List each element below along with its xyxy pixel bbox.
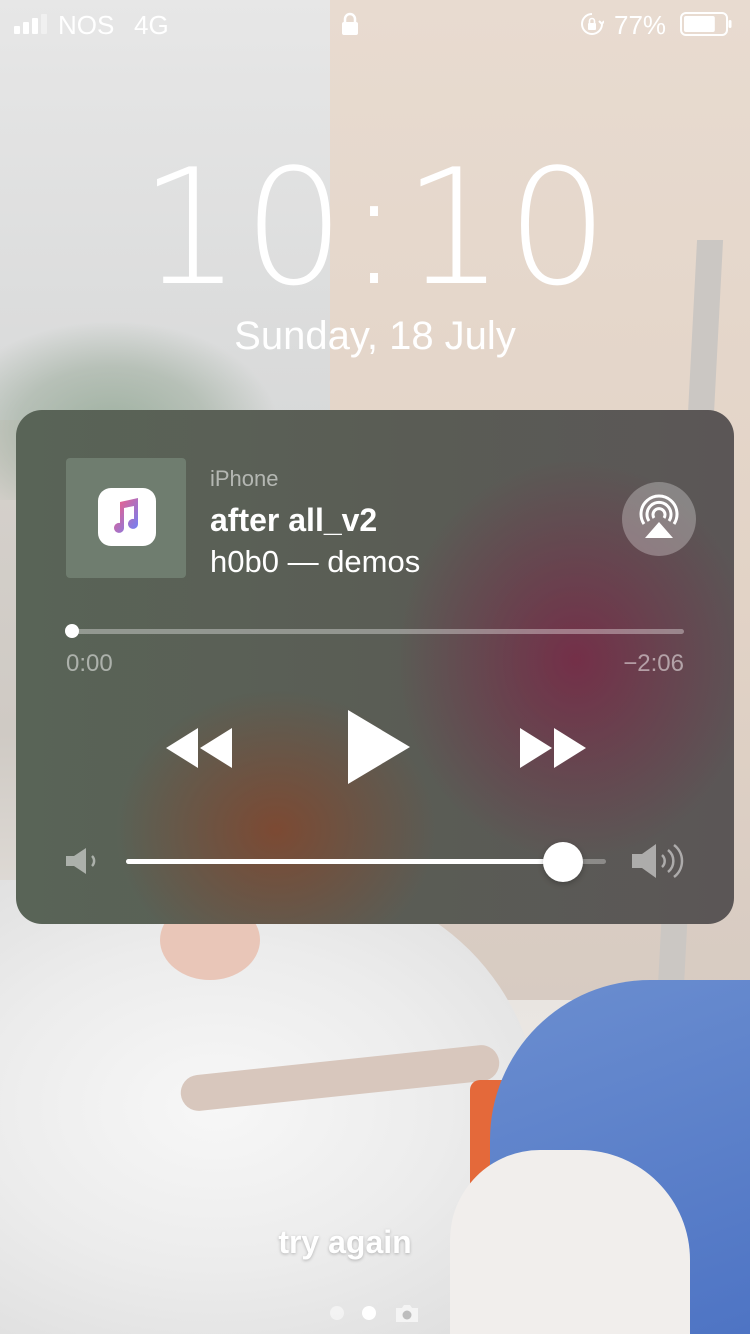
volume-slider[interactable] [126,842,606,882]
status-bar: NOS 4G 77% [0,0,750,48]
page-dot [330,1306,344,1320]
carrier-name: NOS [58,10,115,40]
elapsed-time: 0:00 [66,650,113,677]
album-art[interactable] [66,458,186,578]
volume-slider-fill [126,859,563,864]
now-playing-widget: iPhone after all_v2 h0b0 — demos 0:00 −2… [16,410,734,924]
play-icon[interactable] [344,708,414,786]
lock-screen-time: 10:10 [139,134,611,321]
music-app-icon [98,488,156,546]
page-dot [362,1306,376,1320]
lock-icon [342,12,358,35]
airplay-icon [639,494,679,538]
volume-slider-knob[interactable] [542,842,583,882]
network-type: 4G [134,10,169,40]
track-artist-album: h0b0 — demos [210,544,421,579]
fast-forward-icon[interactable] [518,726,588,770]
battery-percent: 77% [614,10,667,40]
airplay-button[interactable] [622,482,696,556]
rewind-icon[interactable] [164,726,234,770]
remaining-time: −2:06 [623,650,684,677]
volume-low-icon [66,848,96,874]
playback-scrubber[interactable] [65,624,684,638]
scrubber-knob[interactable] [65,624,79,638]
battery-icon [680,12,732,36]
signal-icon [14,14,47,34]
rotation-lock-icon [581,13,604,35]
camera-icon[interactable] [394,1302,420,1324]
page-indicator [330,1302,420,1324]
wallpaper-caption: try again [278,1224,412,1260]
track-title: after all_v2 [210,502,378,538]
playback-device-name: iPhone [210,466,279,491]
volume-high-icon [632,844,684,878]
lock-screen-date: Sunday, 18 July [234,314,516,358]
